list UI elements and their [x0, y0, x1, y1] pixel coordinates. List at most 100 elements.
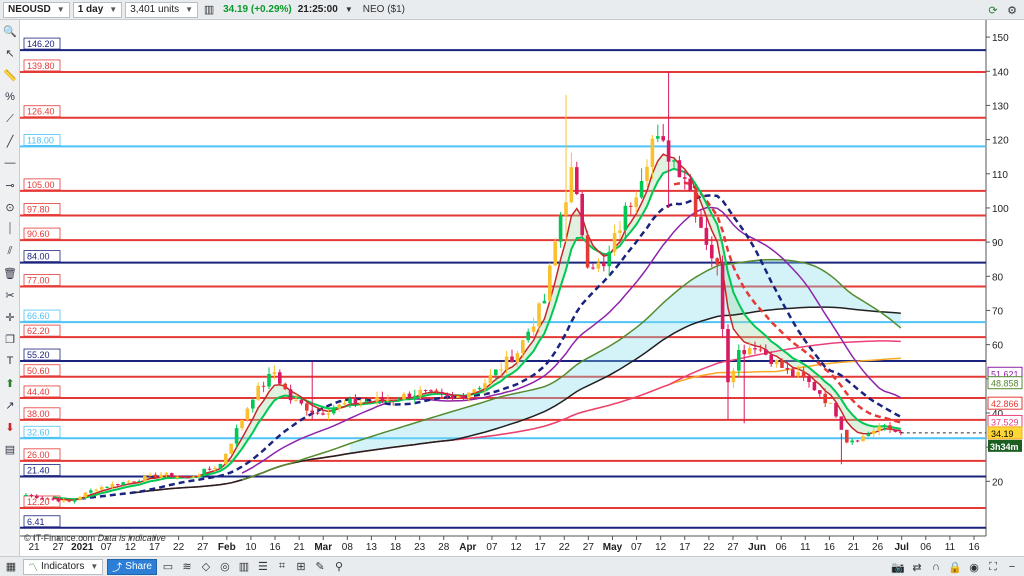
indicator-tool-icon[interactable]: ≋ [179, 559, 195, 575]
x-tick-label: 07 [631, 542, 643, 553]
indicator-tool-icon[interactable]: ⌗ [274, 559, 290, 575]
indicator-tool-icon[interactable]: ⊞ [293, 559, 309, 575]
candle-body [645, 166, 649, 181]
candle-body [704, 227, 709, 245]
indicator-tool-icon[interactable]: ▭ [160, 559, 176, 575]
magnet-icon[interactable]: ∩ [928, 559, 944, 575]
candle-body [175, 476, 179, 478]
compare-icon[interactable]: ⇄ [909, 559, 925, 575]
countdown-label: 3h34m [990, 442, 1019, 452]
indicator-tool-icon[interactable]: ✎ [312, 559, 328, 575]
candle-body [164, 473, 169, 475]
chart-type-icon[interactable]: ▥ [201, 2, 217, 18]
x-tick-label: 27 [727, 542, 739, 553]
camera-icon[interactable]: 📷 [890, 559, 906, 575]
fullscreen-icon[interactable]: ⛶ [985, 559, 1001, 575]
tools-icon[interactable]: ✂ [1, 286, 19, 304]
candle-body [553, 241, 557, 266]
candle-body [828, 402, 833, 404]
candle-body [521, 340, 525, 354]
x-tick-label: Jun [748, 542, 766, 553]
timeframe-selector[interactable]: 1 day ▼ [72, 1, 123, 18]
candle-body [515, 353, 520, 363]
share-button[interactable]: ⤴ Share [107, 558, 157, 575]
ray-icon[interactable]: ⊸ [1, 176, 19, 194]
candle-body [494, 369, 498, 376]
lock-icon[interactable]: 🔒 [947, 559, 963, 575]
trendline-icon[interactable]: ⟋ [1, 110, 19, 128]
candle-body [180, 476, 185, 478]
candle-body [67, 499, 71, 502]
candle-body [585, 235, 590, 268]
candle-body [272, 372, 277, 374]
copy-icon[interactable]: ❐ [1, 330, 19, 348]
price-chart: 2030405060708090100110120130140150146.20… [20, 20, 1024, 556]
value-label: 48.858 [991, 379, 1019, 389]
x-tick-label: 27 [583, 542, 595, 553]
eye-icon[interactable]: ◉ [966, 559, 982, 575]
crosshair-icon[interactable]: ✛ [1, 308, 19, 326]
candle-body [623, 205, 628, 231]
x-tick-label: 12 [125, 542, 137, 553]
candle-body [731, 370, 736, 383]
indicators-button[interactable]: 〽 Indicators ▼ [23, 558, 104, 575]
percent-icon[interactable]: % [1, 88, 19, 106]
line-icon[interactable]: ╱ [1, 132, 19, 150]
candle-body [202, 468, 206, 475]
text-icon[interactable]: T [1, 352, 19, 370]
candle-body [110, 484, 115, 487]
candle-body [693, 191, 698, 217]
horizontal-line-icon[interactable]: — [1, 154, 19, 172]
settings-icon[interactable]: ⚙ [1004, 2, 1020, 18]
channel-icon[interactable]: ⫽ [1, 242, 19, 260]
asset-name: NEO ($1) [362, 4, 406, 15]
zoom-out-icon[interactable]: − [1004, 559, 1020, 575]
zoom-icon[interactable]: 🔍 [1, 22, 19, 40]
candle-body [499, 369, 503, 371]
ruler-icon[interactable]: 📏 [1, 66, 19, 84]
arrow-draw-icon[interactable]: ↗ [1, 396, 19, 414]
candle-body [170, 473, 174, 478]
level-label: 26.00 [27, 450, 50, 460]
indicator-tool-icon[interactable]: ☰ [255, 559, 271, 575]
point-icon[interactable]: ⊙ [1, 198, 19, 216]
candle-body [769, 354, 773, 364]
candle-body [369, 401, 374, 403]
indicator-tool-icon[interactable]: ▥ [236, 559, 252, 575]
indicator-tool-icon[interactable]: ⚲ [331, 559, 347, 575]
symbol-selector[interactable]: NEOUSD ▼ [3, 1, 70, 18]
candle-body [45, 498, 50, 500]
chevron-down-icon: ▼ [185, 5, 194, 14]
candle-body [353, 398, 358, 404]
arrow-up-icon[interactable]: ⬆ [1, 374, 19, 392]
candle-body [650, 138, 655, 167]
x-tick-label: 13 [366, 542, 378, 553]
candle-body [683, 177, 687, 179]
layout-icon[interactable]: ▤ [1, 440, 19, 458]
vertical-line-icon[interactable]: ⏐ [1, 220, 19, 238]
refresh-icon[interactable]: ⟳ [985, 2, 1001, 18]
chevron-down-icon[interactable]: ▼ [341, 2, 357, 18]
grid-icon[interactable]: ▦ [3, 559, 19, 575]
candle-body [715, 258, 719, 265]
indicator-tool-icon[interactable]: ◇ [198, 559, 214, 575]
candle-body [737, 349, 741, 371]
cursor-icon[interactable]: ↖ [1, 44, 19, 62]
candle-body [801, 372, 806, 377]
indicator-tool-icon[interactable]: ◎ [217, 559, 233, 575]
indicators-icon: 〽 [28, 563, 38, 574]
trash-icon[interactable]: 🗑 [1, 264, 19, 282]
candle-body [288, 389, 293, 401]
candle-body [872, 430, 876, 434]
candle-body [364, 401, 368, 403]
candle-body [62, 499, 66, 502]
x-tick-label: 21 [294, 542, 306, 553]
symbol-label: NEOUSD [8, 4, 51, 15]
arrow-down-icon[interactable]: ⬇ [1, 418, 19, 436]
x-tick-label: 16 [968, 542, 980, 553]
units-selector[interactable]: 3,401 units ▼ [125, 1, 199, 18]
level-label: 21.40 [27, 466, 50, 476]
candle-body [229, 443, 233, 454]
top-toolbar: NEOUSD ▼ 1 day ▼ 3,401 units ▼ ▥ 34.19 (+0.… [0, 0, 1024, 20]
level-label: 84.00 [27, 252, 50, 262]
